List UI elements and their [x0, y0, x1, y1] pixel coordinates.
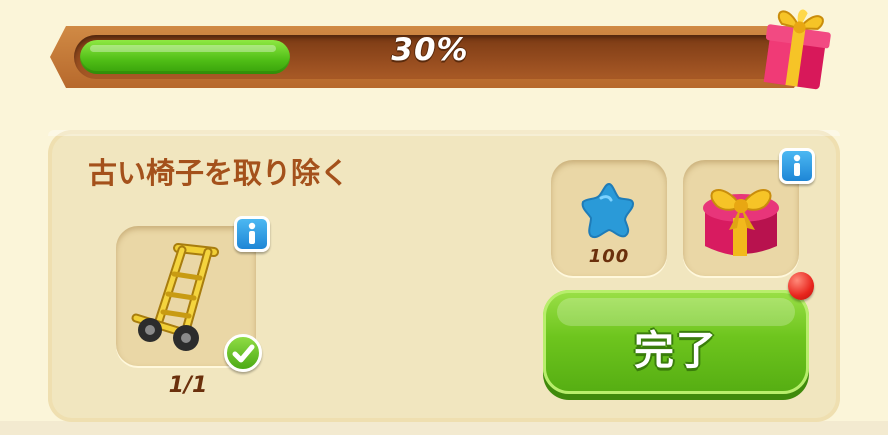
- checkmark-icon: [224, 334, 262, 372]
- task-panel: 古い椅子を取り除く 1/1 100 完了: [48, 130, 840, 422]
- level-progress-bar: 30%: [50, 9, 840, 92]
- reward-star-amount: 100: [588, 246, 630, 267]
- progress-gift-icon[interactable]: [752, 0, 838, 94]
- bottom-strip: [0, 421, 888, 435]
- notification-dot: [788, 272, 814, 300]
- item-info-icon[interactable]: [234, 216, 270, 252]
- task-title: 古い椅子を取り除く: [88, 156, 350, 190]
- item-count: 1/1: [168, 373, 208, 398]
- gift-info-icon[interactable]: [779, 148, 815, 184]
- complete-button[interactable]: 完了: [543, 290, 809, 394]
- complete-button-label: 完了: [634, 328, 718, 374]
- progress-percent: 30%: [391, 32, 469, 68]
